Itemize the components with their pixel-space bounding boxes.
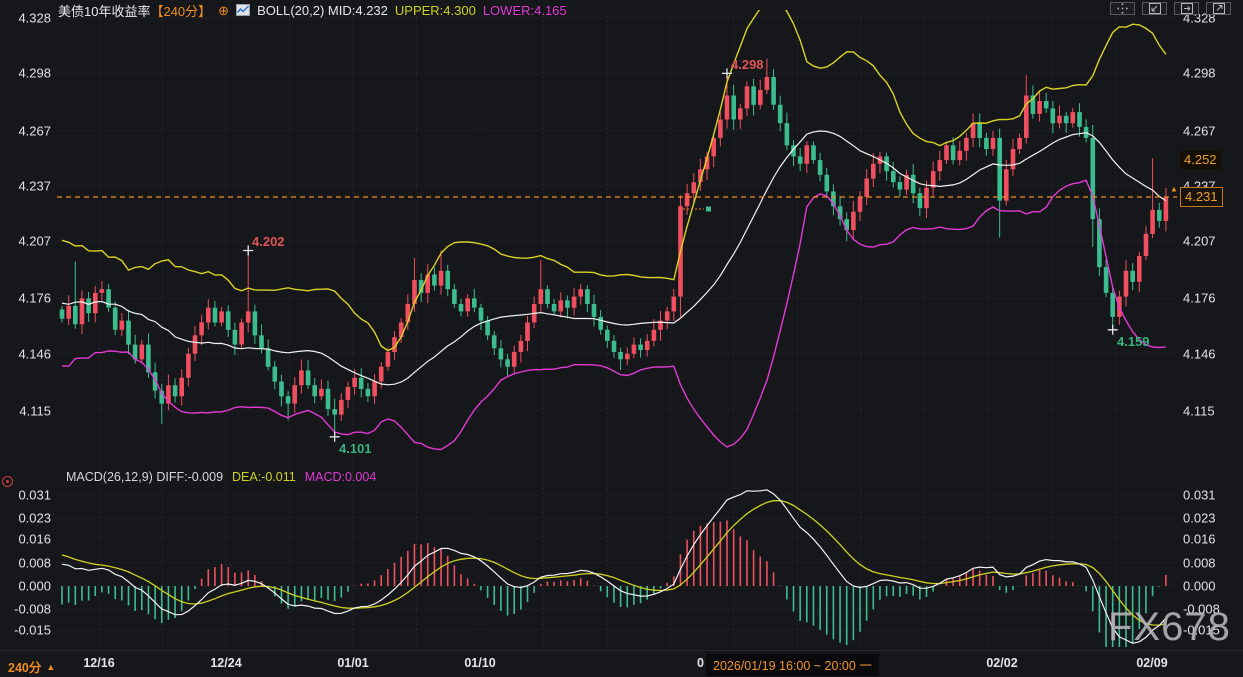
export-pane-right-button[interactable] [1174,2,1199,15]
day-high-badge: 4.252 [1180,151,1221,169]
price-axis-label: 4.298 [1,66,51,81]
macd-axis-label: 0.000 [1,579,51,594]
price-chart-canvas[interactable] [0,0,1243,677]
macd-axis-label: 0.008 [1,556,51,571]
price-axis-label: 4.176 [1,291,51,306]
open-window-icon [1213,3,1225,14]
instrument-name: 美债10年收益率 [58,4,150,19]
instrument-title: 美债10年收益率【240分】 [58,1,211,20]
chart-svg [0,0,1243,677]
extreme-price-annotation: 4.202 [252,234,285,249]
period-tag: 【240分】 [150,4,211,19]
price-axis-label: 4.237 [1,179,51,194]
covered-tick-char: 0 [697,656,704,670]
price-axis-label: 4.146 [1,347,51,362]
export-right-icon [1181,3,1193,14]
chart-type-icon[interactable] [236,4,250,16]
macd-axis-label: 0.023 [1,511,51,526]
macd-header: MACD(26,12,9) DIFF:-0.009 DEA:-0.011 MAC… [66,470,376,484]
price-axis-label: 4.207 [1,234,51,249]
price-axis-label: 4.328 [1,11,51,26]
timeframe-arrow-icon: ▲ [46,662,55,672]
macd-label: MACD(26,12,9) DIFF:-0.009 [66,470,223,484]
last-price-arrow-icon: ▲ [1170,185,1178,194]
macd-dea-value: DEA:-0.011 [232,470,296,484]
price-axis-label: 4.298 [1183,66,1216,81]
x-axis-label: 02/02 [986,656,1017,670]
x-axis-label: 02/09 [1136,656,1167,670]
price-axis-label: 4.267 [1183,124,1216,139]
chart-toolbar [1110,2,1231,15]
x-axis-label: 12/16 [83,656,114,670]
export-pane-left-button[interactable] [1142,2,1167,15]
boll-lower-value: LOWER:4.165 [483,3,567,18]
x-axis-label: 12/24 [210,656,241,670]
chart-app: 美债10年收益率【240分】 ⊕ BOLL(20,2) MID:4.232 UP… [0,0,1243,677]
macd-axis-label: 0.000 [1183,579,1216,594]
macd-axis-label: -0.015 [1,623,51,638]
last-price-badge: 4.231 [1180,187,1223,207]
macd-axis-label: 0.031 [1183,488,1216,503]
watermark: FX678 [1108,605,1231,650]
extreme-price-annotation: 4.159 [1117,334,1150,349]
price-axis-label: 4.115 [1,404,51,419]
extreme-price-annotation: 4.298 [731,57,764,72]
macd-axis-label: 0.023 [1183,511,1216,526]
export-left-icon [1149,3,1161,14]
boll-label: BOLL(20,2) MID:4.232 [257,3,388,18]
timeframe-indicator[interactable]: 240分 ▲ [8,657,55,676]
open-in-window-button[interactable] [1206,2,1231,15]
macd-axis-label: -0.008 [1,602,51,617]
macd-axis-label: 0.016 [1183,532,1216,547]
boll-upper-value: UPPER:4.300 [395,3,476,18]
boll-mid-value: MID:4.232 [328,3,388,18]
macd-axis-label: 0.016 [1,532,51,547]
price-axis-label: 4.176 [1183,291,1216,306]
macd-value: MACD:0.004 [305,470,377,484]
price-axis-label: 4.267 [1,124,51,139]
price-axis-label: 4.207 [1183,234,1216,249]
indicator-settings-icon[interactable] [2,476,13,487]
macd-axis-label: 0.008 [1183,556,1216,571]
price-axis-label: 4.115 [1183,404,1215,419]
extreme-price-annotation: 4.101 [339,441,372,456]
macd-axis-label: 0.031 [1,488,51,503]
add-indicator-icon[interactable]: ⊕ [218,4,229,17]
x-axis-label: 01/01 [337,656,368,670]
axis-separator [0,650,1243,651]
macd-diff-value: DIFF:-0.009 [156,470,223,484]
price-axis-label: 4.146 [1183,347,1216,362]
chart-header: 美债10年收益率【240分】 ⊕ BOLL(20,2) MID:4.232 UP… [58,2,567,18]
pan-tool-button[interactable] [1110,2,1135,15]
x-axis-label: 01/10 [464,656,495,670]
pan-icon [1117,3,1128,14]
selected-time-badge: 2026/01/19 16:00 ~ 20:00 一 [706,654,879,676]
